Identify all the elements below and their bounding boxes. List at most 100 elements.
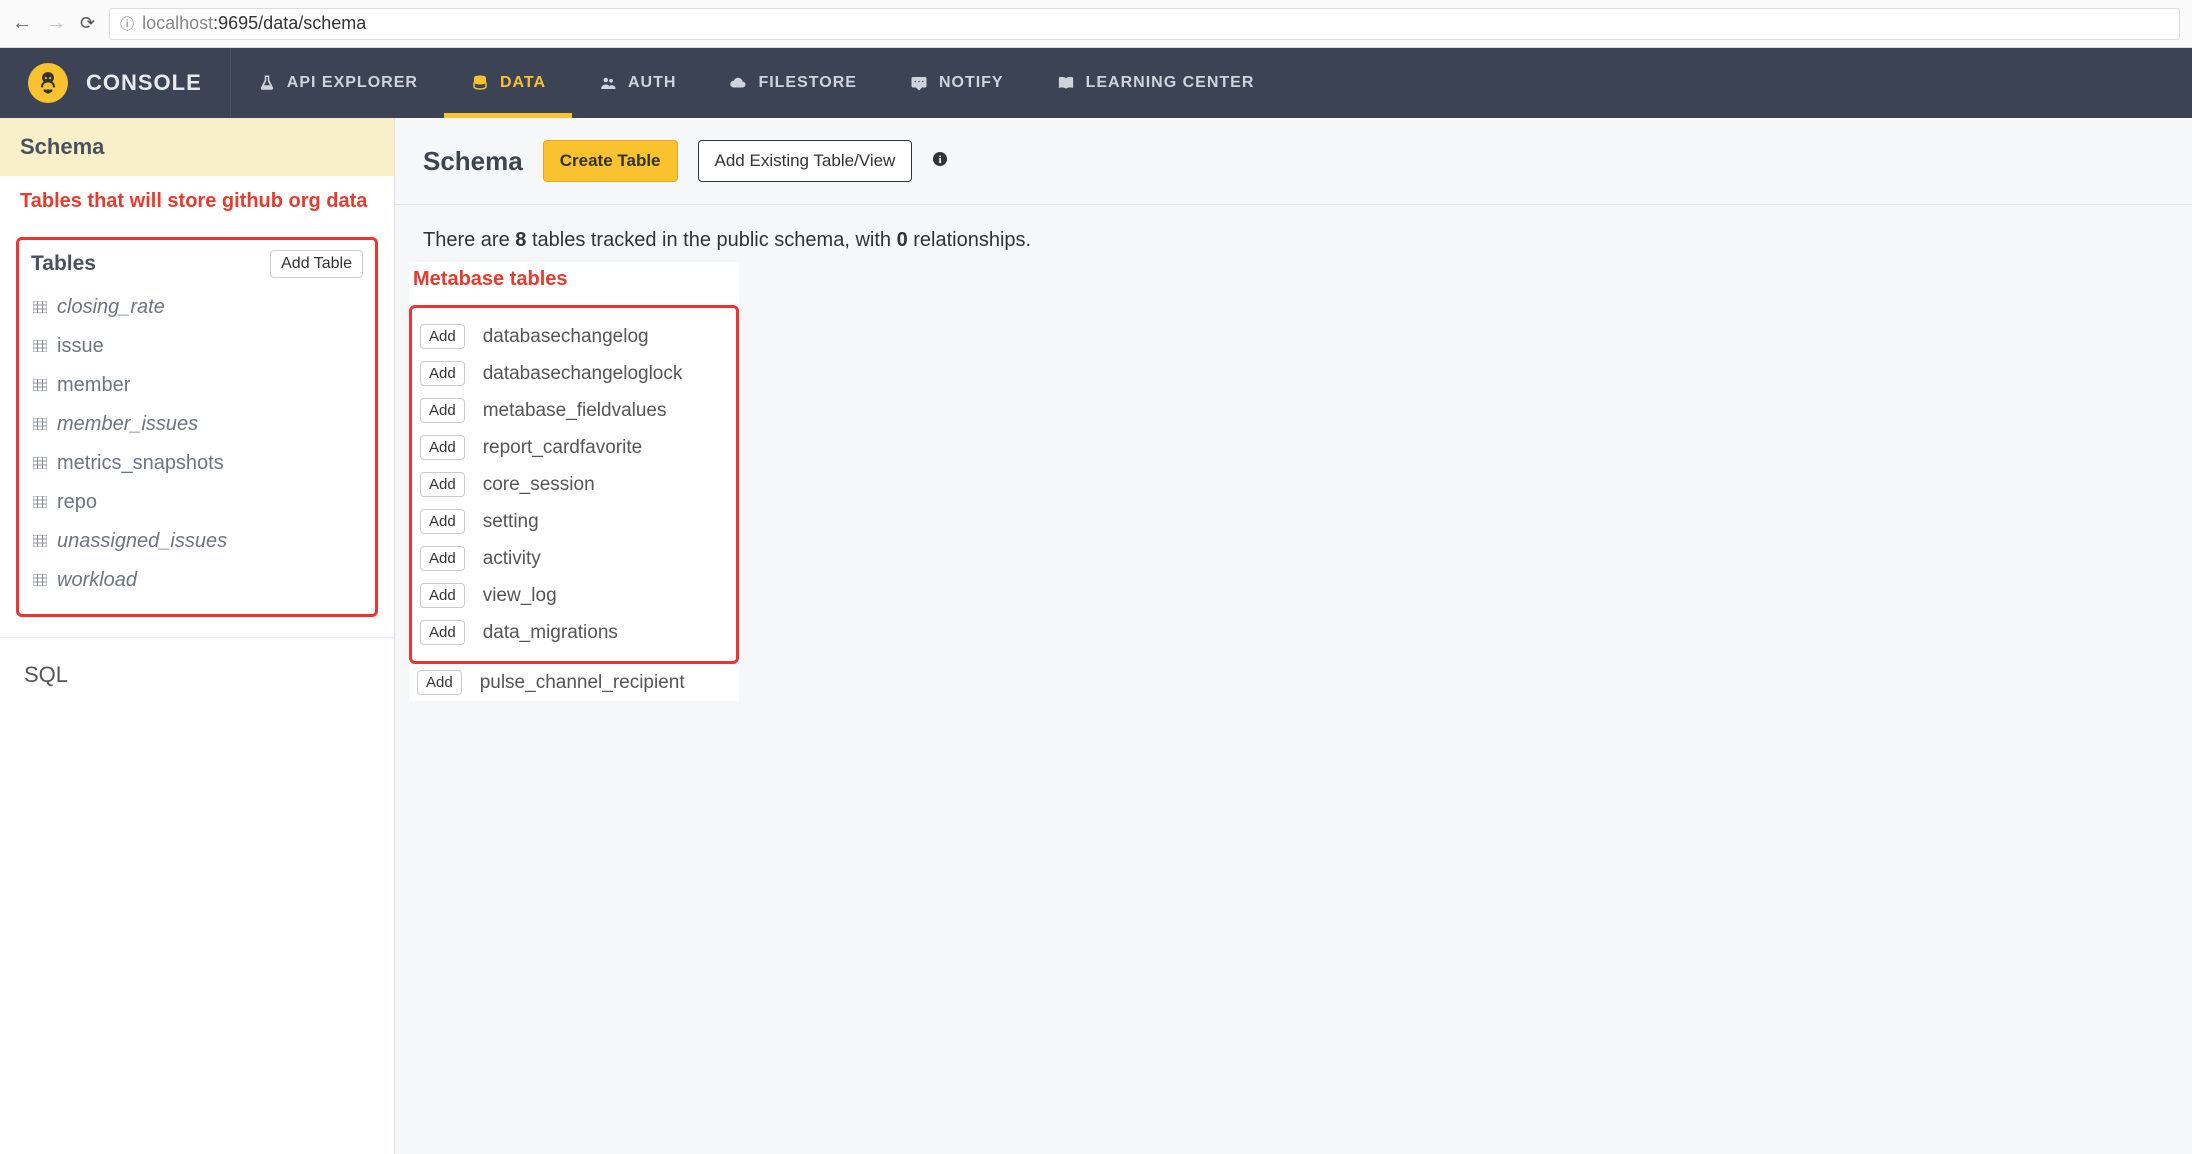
untracked-table-name: core_session	[483, 474, 595, 496]
table-list: closing_rateissue member member_issuesmetr…	[31, 288, 363, 600]
table-name: workload	[57, 569, 137, 592]
site-info-icon[interactable]: ⓘ	[120, 14, 134, 34]
metabase-box: Add databasechangelog Add databasechangelog…	[409, 305, 739, 664]
untracked-table-name: metabase_fieldvalues	[483, 400, 667, 422]
main-content: Schema Create Table Add Existing Table/V…	[395, 118, 2192, 1154]
create-table-button[interactable]: Create Table	[543, 140, 678, 182]
table-icon	[33, 378, 47, 394]
nav-label: AUTH	[628, 74, 676, 92]
back-button[interactable]: ←	[12, 12, 32, 35]
book-icon	[1056, 73, 1076, 93]
url-host: localhost	[142, 13, 213, 33]
untracked-table-row: Add report_cardfavorite	[420, 429, 728, 466]
sidebar-header: Schema	[0, 118, 394, 176]
untracked-table-row: Add databasechangelog	[420, 318, 728, 355]
table-item-workload[interactable]: workload	[31, 561, 363, 600]
nav-label: LEARNING CENTER	[1086, 74, 1255, 92]
cloud-icon	[728, 73, 748, 93]
nav-filestore[interactable]: FILESTORE	[702, 48, 883, 118]
table-name: member	[57, 374, 130, 397]
comment-icon	[909, 73, 929, 93]
relationship-count: 0	[897, 229, 908, 251]
table-icon	[33, 534, 47, 550]
sidebar-annotation: Tables that will store github org data	[0, 176, 394, 221]
untracked-table-name: activity	[483, 548, 541, 570]
untracked-table-name: data_migrations	[483, 622, 618, 644]
table-icon	[33, 573, 47, 589]
nav-items: API EXPLORER DATA AUTH FILESTORE NOTIFY LEARN…	[231, 48, 1281, 118]
add-untracked-button[interactable]: Add	[417, 670, 462, 695]
table-item-metrics_snapshots[interactable]: metrics_snapshots	[31, 444, 363, 483]
table-item-member[interactable]: member	[31, 366, 363, 405]
add-untracked-button[interactable]: Add	[420, 509, 465, 534]
untracked-table-row: Add databasechangeloglock	[420, 355, 728, 392]
add-untracked-button[interactable]: Add	[420, 435, 465, 460]
flask-icon	[257, 73, 277, 93]
users-icon	[598, 73, 618, 93]
nav-notify[interactable]: NOTIFY	[883, 48, 1030, 118]
table-item-member_issues[interactable]: member_issues	[31, 405, 363, 444]
status-prefix: There are	[423, 229, 515, 251]
nav-label: DATA	[500, 74, 546, 92]
add-untracked-button[interactable]: Add	[420, 620, 465, 645]
main-header: Schema Create Table Add Existing Table/V…	[395, 118, 2192, 205]
tables-section: Tables Add Table closing_rateissue member…	[16, 237, 378, 617]
nav-learning-center[interactable]: LEARNING CENTER	[1030, 48, 1281, 118]
brand-text: CONSOLE	[86, 70, 202, 96]
table-item-repo[interactable]: repo	[31, 483, 363, 522]
table-name: member_issues	[57, 413, 198, 436]
untracked-table-row: Add activity	[420, 540, 728, 577]
untracked-table-name: view_log	[483, 585, 557, 607]
add-untracked-button[interactable]: Add	[420, 546, 465, 571]
database-icon	[470, 73, 490, 93]
table-name: issue	[57, 335, 104, 358]
table-item-closing_rate[interactable]: closing_rate	[31, 288, 363, 327]
status-mid: tables tracked in the public schema, wit…	[526, 229, 896, 251]
add-table-button[interactable]: Add Table	[270, 250, 363, 278]
metabase-section: Metabase tables AdddatabasechangelogAddd…	[409, 262, 739, 701]
table-icon	[33, 339, 47, 355]
untracked-table-name: pulse_channel_recipient	[480, 672, 685, 694]
table-name: closing_rate	[57, 296, 165, 319]
nav-label: NOTIFY	[939, 74, 1004, 92]
page-title: Schema	[423, 146, 523, 177]
untracked-table-name: databasechangeloglock	[483, 363, 683, 385]
add-untracked-button[interactable]: Add	[420, 324, 465, 349]
add-untracked-button[interactable]: Add	[420, 398, 465, 423]
table-item-issue[interactable]: issue	[31, 327, 363, 366]
add-untracked-button[interactable]: Add	[420, 361, 465, 386]
metabase-overflow: Add pulse_channel_recipient	[409, 664, 739, 701]
untracked-table-name: setting	[483, 511, 539, 533]
untracked-table-row: Add data_migrations	[420, 614, 728, 651]
untracked-table-row: Add core_session	[420, 466, 728, 503]
add-existing-button[interactable]: Add Existing Table/View	[698, 140, 913, 182]
untracked-table-name: databasechangelog	[483, 326, 649, 348]
tracked-count: 8	[515, 229, 526, 251]
svg-text:i: i	[939, 154, 942, 166]
info-icon[interactable]: i	[932, 151, 948, 172]
untracked-table-row: Add setting	[420, 503, 728, 540]
nav-data[interactable]: DATA	[444, 48, 572, 118]
brand-logo-icon	[28, 63, 68, 103]
forward-button[interactable]: →	[46, 12, 66, 35]
table-name: unassigned_issues	[57, 530, 227, 553]
table-item-unassigned_issues[interactable]: unassigned_issues	[31, 522, 363, 561]
add-untracked-button[interactable]: Add	[420, 583, 465, 608]
table-name: metrics_snapshots	[57, 452, 224, 475]
nav-api-explorer[interactable]: API EXPLORER	[231, 48, 444, 118]
sql-link[interactable]: SQL	[0, 637, 394, 712]
top-nav: CONSOLE API EXPLORER DATA AUTH FILESTORE NOT…	[0, 48, 2192, 118]
url-text: localhost:9695/data/schema	[142, 13, 366, 34]
add-untracked-button[interactable]: Add	[420, 472, 465, 497]
untracked-table-name: report_cardfavorite	[483, 437, 642, 459]
table-icon	[33, 300, 47, 316]
untracked-table-row: Add pulse_channel_recipient	[409, 664, 739, 701]
status-line: There are 8 tables tracked in the public…	[395, 205, 2192, 262]
url-bar[interactable]: ⓘ localhost:9695/data/schema	[109, 8, 2180, 40]
brand[interactable]: CONSOLE	[0, 48, 231, 118]
nav-auth[interactable]: AUTH	[572, 48, 702, 118]
reload-button[interactable]: ⟳	[80, 13, 95, 34]
untracked-table-row: Add metabase_fieldvalues	[420, 392, 728, 429]
tables-heading: Tables	[31, 252, 96, 276]
sidebar: Schema Tables that will store github org…	[0, 118, 395, 1154]
